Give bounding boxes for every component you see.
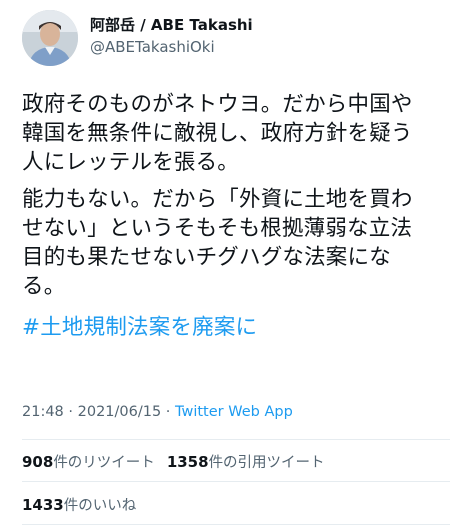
source-app-link[interactable]: Twitter Web App — [175, 404, 293, 420]
quotes-stat[interactable]: 1358件の引用ツイート — [167, 451, 325, 472]
divider — [22, 481, 450, 482]
likes-count: 1433 — [22, 496, 64, 514]
likes-label: 件のいいね — [63, 498, 137, 514]
quotes-label: 件の引用ツイート — [208, 455, 325, 471]
divider — [22, 439, 450, 440]
tweet-paragraph: 政府そのものがネトウヨ。だから中国や 韓国を無条件に敵視し、政府方針を疑う 人に… — [22, 90, 432, 177]
tweet-text: 政府そのものがネトウヨ。だから中国や 韓国を無条件に敵視し、政府方針を疑う 人に… — [22, 90, 432, 342]
tweet-text-line: 政府そのものがネトウヨ。だから中国や — [22, 92, 413, 117]
hashtag-link[interactable]: #土地規制法案を廃案に — [22, 313, 432, 342]
tweet-paragraph: 能力もない。だから「外資に土地を買わ せない」というそもそも根拠薄弱な立法 目的… — [22, 185, 432, 301]
user-handle[interactable]: @ABETakashiOki — [90, 37, 253, 57]
tweet-time[interactable]: 21:48 — [22, 404, 64, 420]
tweet-text-line: る。 — [22, 274, 66, 299]
tweet-text-line: 韓国を無条件に敵視し、政府方針を疑う — [22, 121, 413, 146]
user-names: 阿部岳 / ABE Takashi @ABETakashiOki — [90, 15, 253, 57]
tweet-text-line: せない」というそもそも根拠薄弱な立法 — [22, 216, 413, 241]
retweets-stat[interactable]: 908件のリツイート — [22, 451, 155, 472]
avatar-photo-icon[interactable] — [22, 10, 78, 66]
likes-stat[interactable]: 1433件のいいね — [22, 494, 136, 515]
tweet-text-line: 能力もない。だから「外資に土地を買わ — [22, 187, 413, 212]
tweet-date[interactable]: 2021/06/15 — [78, 404, 162, 420]
meta-separator: · — [161, 404, 176, 420]
stats-row-shares: 908件のリツイート 1358件の引用ツイート — [22, 451, 325, 472]
tweet-text-line: 目的も果たせないチグハグな法案にな — [22, 245, 391, 270]
tweet-header: 阿部岳 / ABE Takashi @ABETakashiOki — [22, 10, 253, 66]
stats-row-likes: 1433件のいいね — [22, 494, 136, 515]
retweets-count: 908 — [22, 453, 54, 471]
tweet-detail: 阿部岳 / ABE Takashi @ABETakashiOki 政府そのものが… — [0, 0, 450, 529]
tweet-meta: 21:48 · 2021/06/15 · Twitter Web App — [22, 404, 293, 420]
divider — [22, 524, 450, 525]
tweet-text-line: 人にレッテルを張る。 — [22, 150, 240, 175]
retweets-label: 件のリツイート — [53, 455, 155, 471]
display-name[interactable]: 阿部岳 / ABE Takashi — [90, 15, 253, 35]
quotes-count: 1358 — [166, 453, 209, 471]
meta-separator: · — [63, 404, 78, 420]
